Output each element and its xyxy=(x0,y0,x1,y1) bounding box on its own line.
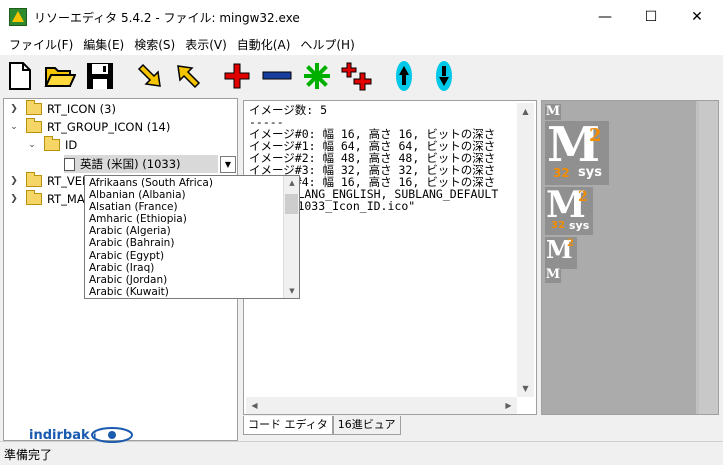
folder-icon xyxy=(26,172,42,187)
menu-bar: ファイル(F) 編集(E) 検索(S) 表示(V) 自動化(A) ヘルプ(H) xyxy=(0,34,723,55)
menu-automation[interactable]: 自動化(A) xyxy=(232,36,296,53)
tree-item-label: RT_ICON (3) xyxy=(47,102,116,116)
tab-code-editor[interactable]: コード エディタ xyxy=(243,416,333,435)
add-icon[interactable] xyxy=(221,60,253,92)
icon-preview-64: M 2 32 sys xyxy=(545,121,609,185)
scroll-right-icon[interactable]: ▶ xyxy=(500,397,517,414)
scroll-down-icon[interactable]: ▼ xyxy=(517,380,534,397)
tree-item-label: 英語 (米国) (1033) xyxy=(80,157,181,171)
language-option[interactable]: Arabic (Iraq) xyxy=(85,262,299,274)
icon-preview-48: M 2 32 sys xyxy=(545,187,593,235)
move-down-icon[interactable] xyxy=(428,60,460,92)
watermark: indirbak i xyxy=(29,427,134,443)
tree-item-label: ID xyxy=(65,138,78,152)
language-option[interactable]: Amharic (Ethiopia) xyxy=(85,213,299,225)
new-file-icon[interactable] xyxy=(4,60,36,92)
menu-search[interactable]: 検索(S) xyxy=(129,36,180,53)
title-bar: リソーエディタ 5.4.2 - ファイル: mingw32.exe — ☐ ✕ xyxy=(0,0,723,34)
watermark-text: indirbak xyxy=(29,427,90,443)
toolbar xyxy=(0,55,723,97)
language-dropdown-list[interactable]: Afrikaans (South Africa) Albanian (Alban… xyxy=(84,175,300,299)
menu-file[interactable]: ファイル(F) xyxy=(4,36,78,53)
chevron-down-icon[interactable]: ⌄ xyxy=(26,140,38,150)
folder-icon xyxy=(44,136,60,151)
tree-item-rt-group-icon[interactable]: ⌄ RT_GROUP_ICON (14) xyxy=(8,118,170,136)
scroll-left-icon[interactable]: ◀ xyxy=(246,397,263,414)
window-title: リソーエディタ 5.4.2 - ファイル: mingw32.exe xyxy=(34,10,300,25)
svg-text:i: i xyxy=(93,431,96,442)
menu-view[interactable]: 表示(V) xyxy=(180,36,232,53)
scroll-thumb[interactable] xyxy=(285,194,298,214)
language-option[interactable]: Alsatian (France) xyxy=(85,201,299,213)
clone-icon[interactable] xyxy=(340,60,372,92)
scroll-up-icon[interactable]: ▲ xyxy=(517,103,534,120)
language-option[interactable]: Arabic (Egypt) xyxy=(85,250,299,262)
image-preview: M M 2 32 sys M 2 32 sys M 2 M xyxy=(541,100,719,415)
language-option[interactable]: Arabic (Bahrain) xyxy=(85,237,299,249)
icon-preview-32: M 2 xyxy=(545,237,577,269)
preview-strip: M M 2 32 sys M 2 32 sys M 2 M xyxy=(542,101,696,414)
arrow-down-right-icon[interactable] xyxy=(134,60,166,92)
language-option[interactable]: Arabic (Kuwait) xyxy=(85,286,299,298)
folder-icon xyxy=(26,190,42,205)
icon-preview-16b: M xyxy=(545,267,561,283)
tree-item-language[interactable]: 英語 (米国) (1033) xyxy=(64,155,218,173)
status-bar: 準備完了 xyxy=(0,441,723,465)
tree-item-id[interactable]: ⌄ ID xyxy=(26,136,77,154)
menu-help[interactable]: ヘルプ(H) xyxy=(295,36,359,53)
language-option[interactable]: Arabic (Algeria) xyxy=(85,225,299,237)
star-icon[interactable] xyxy=(301,60,333,92)
menu-edit[interactable]: 編集(E) xyxy=(78,36,129,53)
status-text: 準備完了 xyxy=(4,448,53,462)
language-option[interactable]: Afrikaans (South Africa) xyxy=(85,177,299,189)
close-button[interactable]: ✕ xyxy=(674,0,720,34)
open-folder-icon[interactable] xyxy=(44,60,76,92)
language-dropdown-button[interactable]: ▼ xyxy=(220,156,236,173)
watermark-logo-icon: i xyxy=(90,427,133,443)
maximize-button[interactable]: ☐ xyxy=(628,0,674,34)
language-option[interactable]: Arabic (Jordan) xyxy=(85,274,299,286)
folder-icon xyxy=(26,118,42,133)
language-option[interactable]: Albanian (Albania) xyxy=(85,189,299,201)
chevron-down-icon[interactable]: ⌄ xyxy=(8,122,20,132)
tree-item-rt-manifest[interactable]: ❯ RT_MA xyxy=(8,190,85,208)
scroll-up-icon[interactable]: ▲ xyxy=(284,176,300,190)
tree-item-label: RT_MA xyxy=(47,192,85,206)
remove-icon[interactable] xyxy=(261,60,293,92)
arrow-up-left-icon[interactable] xyxy=(172,60,204,92)
scroll-down-icon[interactable]: ▼ xyxy=(284,284,300,298)
move-up-icon[interactable] xyxy=(388,60,420,92)
chevron-right-icon[interactable]: ❯ xyxy=(8,104,20,114)
icon-preview-16: M xyxy=(545,104,561,120)
editor-tabs: コード エディタ 16進ビュア xyxy=(243,416,401,436)
chevron-right-icon[interactable]: ❯ xyxy=(8,176,20,186)
save-icon[interactable] xyxy=(84,60,116,92)
preview-scrollbar[interactable] xyxy=(699,101,718,414)
app-icon xyxy=(9,8,27,26)
tree-item-label: RT_GROUP_ICON (14) xyxy=(47,120,171,134)
chevron-right-icon[interactable]: ❯ xyxy=(8,194,20,204)
code-vertical-scrollbar[interactable]: ▲ ▼ xyxy=(517,103,534,397)
code-horizontal-scrollbar[interactable]: ◀ ▶ xyxy=(246,397,517,414)
minimize-button[interactable]: — xyxy=(582,0,628,34)
tab-hex-viewer[interactable]: 16進ビュア xyxy=(332,416,401,435)
file-icon xyxy=(64,157,75,171)
language-list-scrollbar[interactable]: ▲ ▼ xyxy=(283,176,299,298)
tree-item-rt-icon[interactable]: ❯ RT_ICON (3) xyxy=(8,100,116,118)
folder-icon xyxy=(26,100,42,115)
tree-item-rt-version[interactable]: ❯ RT_VER xyxy=(8,172,90,190)
